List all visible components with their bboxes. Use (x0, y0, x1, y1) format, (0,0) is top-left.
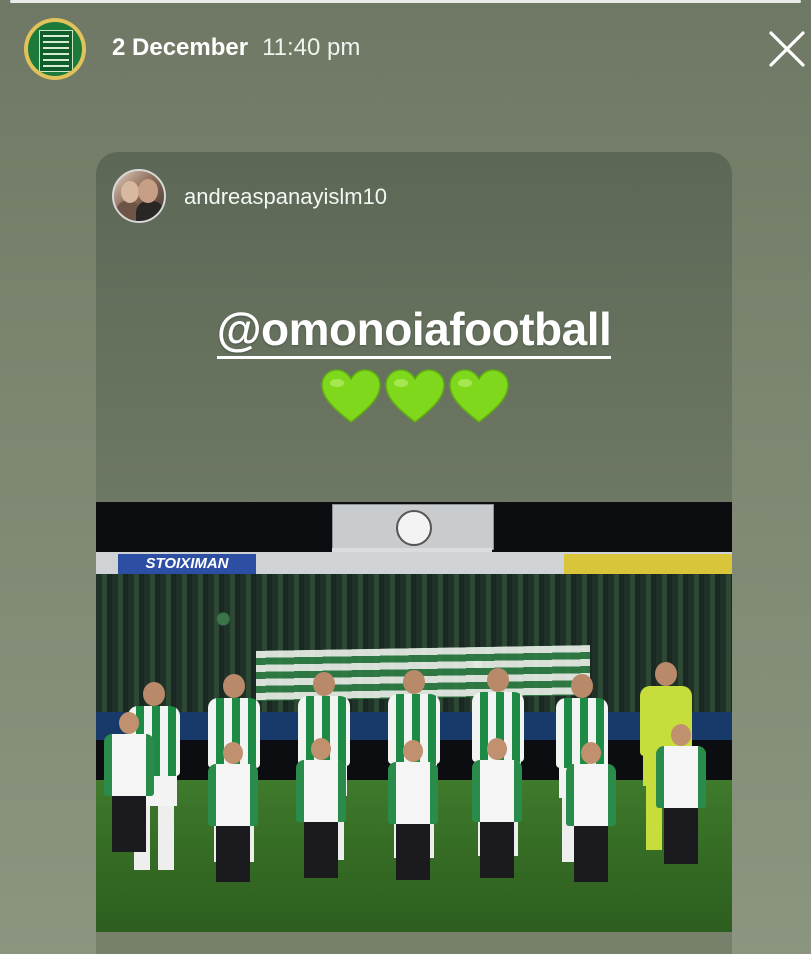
story-avatar[interactable] (24, 18, 86, 80)
green-heart-icon (385, 369, 445, 423)
team-photo-image: STOIXIMAN (96, 502, 732, 932)
team-lineup-board-icon (28, 22, 82, 76)
reposted-story-card[interactable]: andreaspanayislm10 @omonoiafootball STOI… (96, 152, 732, 954)
sponsor-banner: STOIXIMAN (118, 554, 256, 574)
repost-user-avatar[interactable] (112, 169, 166, 223)
stadium-scoreboard (332, 504, 494, 550)
green-heart-icon (449, 369, 509, 423)
story-header: 2 December 11:40 pm (0, 0, 811, 100)
repost-username[interactable]: andreaspanayislm10 (184, 184, 387, 210)
story-meta: 2 December 11:40 pm (112, 34, 360, 62)
green-hearts (320, 368, 520, 426)
close-button[interactable] (768, 30, 806, 68)
mention-sticker[interactable]: @omonoiafootball (96, 302, 732, 359)
story-date: 2 December (112, 34, 249, 61)
close-icon (769, 31, 805, 67)
mention-text: @omonoiafootball (216, 303, 612, 359)
story-time: 11:40 pm (262, 34, 361, 61)
fan-banner (256, 645, 590, 701)
green-heart-icon (321, 369, 381, 423)
